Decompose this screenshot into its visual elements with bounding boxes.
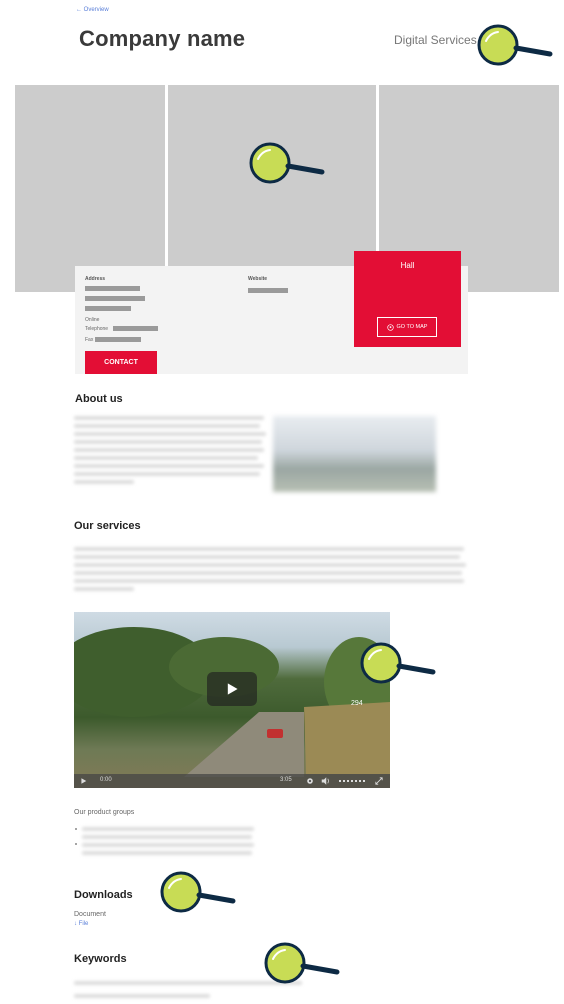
download-arrow-icon: ↓ — [74, 921, 77, 927]
go-to-map-button[interactable]: GO TO MAP — [377, 317, 437, 337]
address-label: Address — [85, 276, 106, 282]
about-us-heading: About us — [75, 393, 123, 405]
video-duration: 3:05 — [280, 777, 292, 783]
hall-label: Hall — [400, 261, 415, 270]
hero-image-1 — [15, 85, 165, 292]
volume-slider[interactable] — [339, 780, 365, 782]
about-us-photo — [273, 416, 436, 492]
magnifier-icon — [360, 642, 436, 684]
location-pin-icon — [386, 323, 394, 331]
redacted-address-line-1 — [85, 286, 140, 291]
redacted-website — [248, 288, 288, 293]
back-link[interactable]: ← Overview — [76, 7, 109, 13]
play-button[interactable] — [207, 672, 257, 706]
hall-info-box: Hall GO TO MAP — [354, 251, 461, 347]
video-player[interactable]: 294 0:00 3:05 — [74, 612, 390, 788]
magnifier-icon — [477, 24, 553, 66]
product-groups-heading: Our product groups — [74, 809, 135, 816]
magnifier-icon — [264, 942, 340, 984]
play-small-icon[interactable] — [80, 777, 87, 785]
settings-icon[interactable] — [306, 777, 314, 785]
redacted-address-line-2 — [85, 296, 145, 301]
fullscreen-icon[interactable] — [375, 777, 383, 785]
play-icon — [227, 683, 238, 695]
magnifier-icon — [249, 142, 325, 184]
current-time: 0:00 — [100, 777, 112, 783]
hero-image-2 — [168, 85, 376, 292]
file-download-link[interactable]: ↓ File — [74, 921, 88, 927]
online-label: Online — [85, 317, 100, 323]
go-to-map-label: GO TO MAP — [396, 324, 428, 330]
keywords-heading: Keywords — [74, 953, 127, 965]
document-label: Document — [74, 911, 106, 918]
redacted-address-line-3 — [85, 306, 131, 311]
our-services-heading: Our services — [74, 520, 141, 532]
fax-label: Fax — [85, 337, 94, 343]
category-label: Digital Services — [394, 33, 477, 47]
redacted-fax — [95, 337, 141, 342]
redacted-phone — [113, 326, 158, 331]
file-link-label: File — [78, 921, 89, 927]
road-sign-number: 294 — [351, 700, 363, 707]
volume-icon[interactable] — [321, 777, 330, 785]
company-name-title: Company name — [79, 26, 246, 51]
telephone-label: Telephone — [85, 326, 109, 332]
magnifier-icon — [160, 871, 236, 913]
video-controls-bar: 0:00 3:05 — [74, 774, 390, 788]
downloads-heading: Downloads — [74, 889, 133, 901]
hero-gallery — [15, 85, 559, 292]
website-label: Website — [248, 276, 268, 282]
contact-button[interactable]: CONTACT — [85, 351, 157, 374]
